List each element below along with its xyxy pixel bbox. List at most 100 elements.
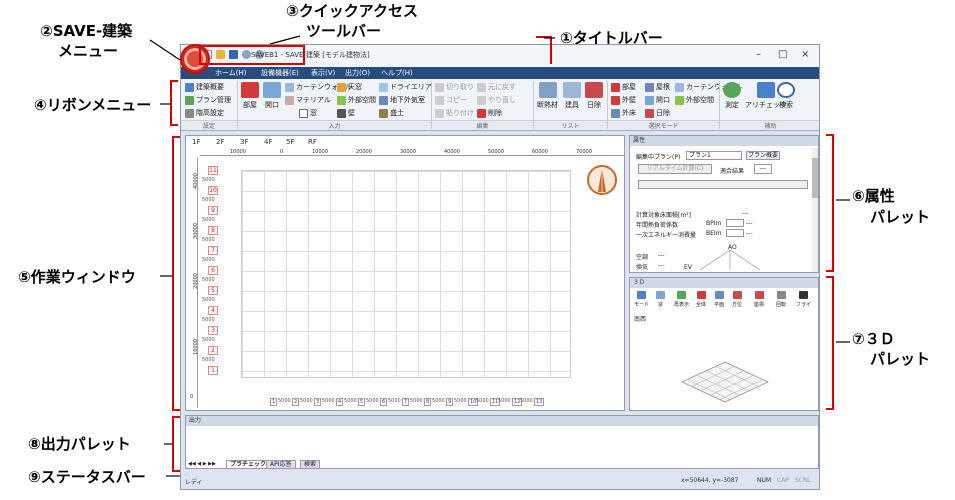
opening-button[interactable]: 開口 bbox=[263, 82, 281, 110]
embankment-button[interactable]: 盛土 bbox=[379, 108, 404, 118]
plan-manage-button[interactable]: プラン管理 bbox=[185, 95, 231, 105]
shade-button[interactable]: 日除 bbox=[585, 82, 603, 110]
row-axis-marker[interactable]: 9 bbox=[208, 206, 218, 215]
window-button[interactable]: 窓 bbox=[299, 108, 317, 118]
column-axis-marker[interactable]: 5 bbox=[358, 398, 366, 406]
column-axis-marker[interactable]: 6 bbox=[380, 398, 388, 406]
3d-direction-button[interactable]: 方位 bbox=[732, 291, 742, 308]
minimize-button[interactable]: – bbox=[756, 49, 761, 60]
wall-button[interactable]: 壁 bbox=[337, 108, 355, 118]
undo-button[interactable]: 元に戻す bbox=[477, 82, 516, 92]
work-window[interactable]: 1F 2F 3F 4F 5F RF 10000 0 10000 20000 30… bbox=[185, 135, 625, 411]
floor-tab-2f[interactable]: 2F bbox=[216, 138, 224, 146]
select-outer-floor-button[interactable]: 外床 bbox=[611, 108, 636, 118]
group-settings: 設定 bbox=[181, 120, 237, 130]
3d-grid-view[interactable] bbox=[680, 360, 770, 404]
output-nav-arrows[interactable]: ◀◀ ◀ ▶ ▶▶ bbox=[188, 461, 216, 467]
3d-rotate-button[interactable]: 回転 bbox=[776, 291, 786, 308]
3d-fly-button[interactable]: フライ bbox=[796, 291, 811, 308]
row-axis-marker[interactable]: 7 bbox=[208, 246, 218, 255]
v-ruler-label: 20000 bbox=[192, 273, 199, 289]
delete-button[interactable]: 削除 bbox=[477, 108, 502, 118]
row-axis-marker[interactable]: 1 bbox=[208, 366, 218, 375]
close-button[interactable]: × bbox=[801, 49, 809, 60]
menu-equipment[interactable]: 設備機器(E) bbox=[261, 68, 299, 78]
column-span-label: 5000 bbox=[278, 398, 291, 404]
plan-select[interactable]: プラン1 bbox=[686, 151, 742, 160]
floor-height-button[interactable]: 階高設定 bbox=[185, 108, 224, 118]
column-axis-marker[interactable]: 4 bbox=[336, 398, 344, 406]
maximize-button[interactable]: □ bbox=[778, 49, 787, 60]
plan-grid[interactable] bbox=[241, 170, 571, 378]
callout-output-palette: ⑧出力パレット bbox=[28, 435, 131, 453]
plan-overview-button[interactable]: プラン概要 bbox=[746, 151, 780, 160]
skylight-button[interactable]: 天窓 bbox=[337, 82, 362, 92]
select-opening-button[interactable]: 開口 bbox=[645, 95, 670, 105]
floor-tab-rf[interactable]: RF bbox=[308, 138, 317, 146]
paste-icon bbox=[435, 108, 444, 118]
redo-button[interactable]: やり直し bbox=[477, 95, 516, 105]
dry-area-button[interactable]: ドライエリア bbox=[379, 82, 432, 92]
wall-label: 壁 bbox=[348, 109, 355, 117]
floor-tab-1f[interactable]: 1F bbox=[192, 138, 200, 146]
column-axis-marker[interactable]: 1 bbox=[270, 398, 278, 406]
3d-coordinate-button[interactable]: 座標 bbox=[754, 291, 764, 308]
search-button[interactable]: 検索 bbox=[777, 82, 795, 110]
column-axis-marker[interactable]: 8 bbox=[424, 398, 432, 406]
window3d-icon bbox=[656, 291, 665, 299]
room-button[interactable]: 部屋 bbox=[241, 82, 259, 110]
output-tab-api[interactable]: API応答 bbox=[266, 460, 296, 469]
column-axis-marker[interactable]: 7 bbox=[402, 398, 410, 406]
3d-window-button[interactable]: 窓 bbox=[656, 291, 665, 308]
underground-air-button[interactable]: 地下外気室 bbox=[379, 95, 425, 105]
3d-refresh-button[interactable]: 再表示 bbox=[674, 291, 689, 308]
select-outer-wall-label: 外壁 bbox=[622, 96, 636, 104]
realtime-calc-button[interactable]: リアルタイム計算(C) bbox=[638, 164, 712, 174]
column-axis-marker[interactable]: 2 bbox=[292, 398, 300, 406]
menu-help[interactable]: ヘルプ(H) bbox=[381, 68, 413, 78]
copy-button[interactable]: コピー bbox=[435, 95, 467, 105]
column-axis-marker[interactable]: 3 bbox=[314, 398, 322, 406]
floor-tab-5f[interactable]: 5F bbox=[286, 138, 294, 146]
floor-tab-4f[interactable]: 4F bbox=[264, 138, 272, 146]
measure-button[interactable]: 測定 bbox=[723, 82, 741, 110]
select-roof-button[interactable]: 屋根 bbox=[645, 82, 670, 92]
attr-scrollbar[interactable] bbox=[812, 148, 818, 272]
mode-select[interactable] bbox=[638, 180, 808, 189]
cut-button[interactable]: 切り取り bbox=[435, 82, 474, 92]
outdoor-space-button[interactable]: 外部空間 bbox=[337, 95, 376, 105]
plan-select-value: プラン1 bbox=[689, 152, 711, 159]
floor-tab-3f[interactable]: 3F bbox=[240, 138, 248, 146]
row-axis-marker[interactable]: 2 bbox=[208, 346, 218, 355]
attr-scrollbar-thumb[interactable] bbox=[812, 158, 818, 198]
select-outdoor-button[interactable]: 外部空間 bbox=[675, 95, 714, 105]
3d-all-button[interactable]: 全体 bbox=[696, 291, 706, 308]
row-axis-marker[interactable]: 5 bbox=[208, 286, 218, 295]
fitting-button[interactable]: 建具 bbox=[563, 82, 581, 110]
3d-mode-button[interactable]: モード bbox=[634, 291, 649, 308]
row-axis-marker[interactable]: 8 bbox=[208, 226, 218, 235]
building-overview-button[interactable]: 建築概要 bbox=[185, 82, 224, 92]
row-axis-marker[interactable]: 6 bbox=[208, 266, 218, 275]
select-outer-wall-button[interactable]: 外壁 bbox=[611, 95, 636, 105]
row-axis-marker[interactable]: 10 bbox=[208, 186, 218, 195]
menu-view[interactable]: 表示(V) bbox=[311, 68, 335, 78]
select-room-button[interactable]: 部屋 bbox=[611, 82, 636, 92]
menu-output[interactable]: 出力(O) bbox=[345, 68, 370, 78]
row-axis-marker[interactable]: 3 bbox=[208, 326, 218, 335]
row-axis-marker[interactable]: 4 bbox=[208, 306, 218, 315]
column-axis-marker[interactable]: 13 bbox=[534, 398, 545, 406]
energy-label: 一次エネルギー消費量 bbox=[636, 232, 697, 239]
3d-plan-button[interactable]: 平面 bbox=[714, 291, 724, 308]
output-tab-check[interactable]: プラチェック bbox=[226, 460, 271, 469]
insulation-button[interactable]: 断熱材 bbox=[537, 82, 558, 110]
material-button[interactable]: マテリアル bbox=[285, 95, 331, 105]
energy-value: --- bbox=[746, 230, 753, 237]
output-tab-search[interactable]: 検索 bbox=[300, 460, 321, 469]
menu-home[interactable]: ホーム(H) bbox=[215, 68, 247, 78]
select-shade-button[interactable]: 日除 bbox=[645, 108, 670, 118]
row-axis-marker[interactable]: 11 bbox=[208, 166, 218, 175]
paste-button[interactable]: 貼り付け bbox=[435, 108, 474, 118]
v-ruler-label: 10000 bbox=[192, 339, 199, 355]
column-axis-marker[interactable]: 9 bbox=[446, 398, 454, 406]
